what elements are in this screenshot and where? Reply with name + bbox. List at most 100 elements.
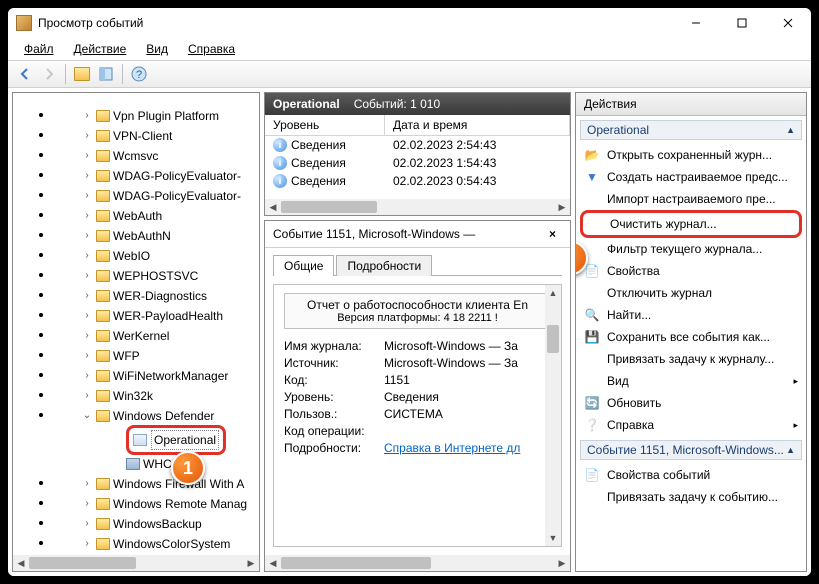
detail-vscroll-up[interactable]: ▲	[545, 285, 561, 301]
tree-item[interactable]: WebIO	[113, 247, 150, 265]
tree-item[interactable]: WiFiNetworkManager	[113, 367, 228, 385]
tree-item[interactable]: Windows Remote Manag	[113, 495, 247, 513]
tree-item[interactable]: WDAG-PolicyEvaluator-	[113, 187, 241, 205]
tree-expand-icon[interactable]: ›	[81, 387, 93, 405]
action-item[interactable]: Отключить журнал	[580, 282, 802, 304]
tree-item[interactable]: WHC	[143, 455, 172, 473]
grid-hscroll-left[interactable]: ◀	[265, 202, 281, 213]
menubar: Файл Действие Вид Справка	[8, 38, 811, 60]
detail-hscroll-right[interactable]: ▶	[554, 558, 570, 569]
action-icon	[587, 216, 603, 232]
tree-item[interactable]: Operational	[151, 430, 219, 450]
folder-icon	[96, 330, 110, 342]
action-item[interactable]: Фильтр текущего журнала...	[580, 238, 802, 260]
info-icon: i	[273, 156, 287, 170]
tree-item[interactable]: WER-Diagnostics	[113, 287, 207, 305]
action-item[interactable]: ▼Создать настраиваемое предс...	[580, 166, 802, 188]
action-item[interactable]: 📂Открыть сохраненный журн...	[580, 144, 802, 166]
toolbar-icon-1[interactable]	[71, 63, 93, 85]
toolbar-icon-2[interactable]	[95, 63, 117, 85]
detail-close-button[interactable]: ×	[543, 227, 562, 241]
tree-hscroll-thumb[interactable]	[29, 557, 136, 569]
tree-item[interactable]: WDAG-PolicyEvaluator-	[113, 167, 241, 185]
minimize-button[interactable]	[673, 8, 719, 38]
action-item[interactable]: Привязать задачу к журналу...	[580, 348, 802, 370]
action-item[interactable]: Очистить журнал...	[580, 210, 802, 238]
actions-group-event[interactable]: Событие 1151, Microsoft-Windows...▲	[580, 440, 802, 460]
tree-expand-icon[interactable]: ›	[81, 227, 93, 245]
actions-group-operational[interactable]: Operational▲	[580, 120, 802, 140]
tree-expand-icon[interactable]: ›	[81, 247, 93, 265]
tree-expand-icon[interactable]: ›	[81, 327, 93, 345]
tree-item[interactable]: Wcmsvc	[113, 147, 158, 165]
actions-title: Действия	[576, 93, 806, 116]
action-item[interactable]: 📄Свойства	[580, 260, 802, 282]
detail-vscroll-thumb[interactable]	[547, 325, 559, 353]
tab-details[interactable]: Подробности	[336, 255, 432, 276]
close-button[interactable]	[765, 8, 811, 38]
tree-expand-icon[interactable]: ›	[81, 307, 93, 325]
tree-expand-icon[interactable]: ⌄	[81, 407, 93, 425]
menu-file[interactable]: Файл	[16, 40, 62, 58]
event-row[interactable]: iСведения02.02.2023 0:54:43	[265, 172, 570, 190]
tree-item[interactable]: Vpn Plugin Platform	[113, 107, 219, 125]
tree-expand-icon[interactable]: ›	[81, 167, 93, 185]
tree-item[interactable]: WER-PayloadHealth	[113, 307, 223, 325]
tree-expand-icon[interactable]: ›	[81, 347, 93, 365]
tree-expand-icon[interactable]: ›	[81, 287, 93, 305]
detail-vscroll-down[interactable]: ▼	[545, 530, 561, 546]
nav-forward-button[interactable]	[38, 63, 60, 85]
tree-expand-icon[interactable]: ›	[81, 535, 93, 553]
tree-expand-icon[interactable]: ›	[81, 127, 93, 145]
tree-expand-icon[interactable]: ›	[81, 187, 93, 205]
event-row[interactable]: iСведения02.02.2023 1:54:43	[265, 154, 570, 172]
menu-help[interactable]: Справка	[180, 40, 243, 58]
tree-expand-icon[interactable]: ›	[81, 475, 93, 493]
tree-item[interactable]: Windows Defender	[113, 407, 214, 425]
tree-expand-icon[interactable]: ›	[81, 107, 93, 125]
action-item[interactable]: 🔍Найти...	[580, 304, 802, 326]
action-icon	[584, 351, 600, 367]
action-item[interactable]: ❔Справка▸	[580, 414, 802, 436]
tree-expand-icon[interactable]: ›	[81, 267, 93, 285]
folder-icon	[96, 478, 110, 490]
grid-hscroll-thumb[interactable]	[281, 201, 377, 213]
tree-expand-icon[interactable]: ›	[81, 207, 93, 225]
internet-help-link[interactable]: Справка в Интернете дл	[384, 441, 551, 455]
tree-hscroll-right[interactable]: ▶	[243, 558, 259, 569]
action-item[interactable]: Импорт настраиваемого пре...	[580, 188, 802, 210]
tab-general[interactable]: Общие	[273, 255, 334, 276]
tree-item[interactable]: WebAuthN	[113, 227, 171, 245]
tree-item[interactable]: WEPHOSTSVC	[113, 267, 198, 285]
tree-expand-icon[interactable]: ›	[81, 515, 93, 533]
tree-expand-icon[interactable]: ›	[81, 495, 93, 513]
menu-view[interactable]: Вид	[138, 40, 176, 58]
nav-back-button[interactable]	[14, 63, 36, 85]
tree-item[interactable]: WindowsBackup	[113, 515, 202, 533]
col-level[interactable]: Уровень	[265, 115, 385, 136]
col-datetime[interactable]: Дата и время	[385, 115, 570, 136]
tree-hscroll-left[interactable]: ◀	[13, 558, 29, 569]
toolbar-help-icon[interactable]: ?	[128, 63, 150, 85]
tree-expand-icon[interactable]: ›	[81, 367, 93, 385]
menu-action[interactable]: Действие	[66, 40, 135, 58]
action-item[interactable]: 📄Свойства событий	[580, 464, 802, 486]
tree-item[interactable]: WebAuth	[113, 207, 162, 225]
tree-item[interactable]: VPN-Client	[113, 127, 172, 145]
grid-hscroll-right[interactable]: ▶	[554, 202, 570, 213]
action-item[interactable]: Вид▸	[580, 370, 802, 392]
action-item[interactable]: 💾Сохранить все события как...	[580, 326, 802, 348]
tree-item[interactable]: Win32k	[113, 387, 153, 405]
action-item[interactable]: Привязать задачу к событию...	[580, 486, 802, 508]
tree-item[interactable]: WindowsColorSystem	[113, 535, 230, 553]
detail-hscroll-left[interactable]: ◀	[265, 558, 281, 569]
maximize-button[interactable]	[719, 8, 765, 38]
tree-item[interactable]: WerKernel	[113, 327, 169, 345]
toolbar: ?	[8, 60, 811, 88]
tree-item[interactable]: WFP	[113, 347, 140, 365]
action-item[interactable]: 🔄Обновить	[580, 392, 802, 414]
tree-expand-icon[interactable]: ›	[81, 147, 93, 165]
event-row[interactable]: iСведения02.02.2023 2:54:43	[265, 136, 570, 154]
action-icon: 💾	[584, 329, 600, 345]
detail-hscroll-thumb[interactable]	[281, 557, 431, 569]
